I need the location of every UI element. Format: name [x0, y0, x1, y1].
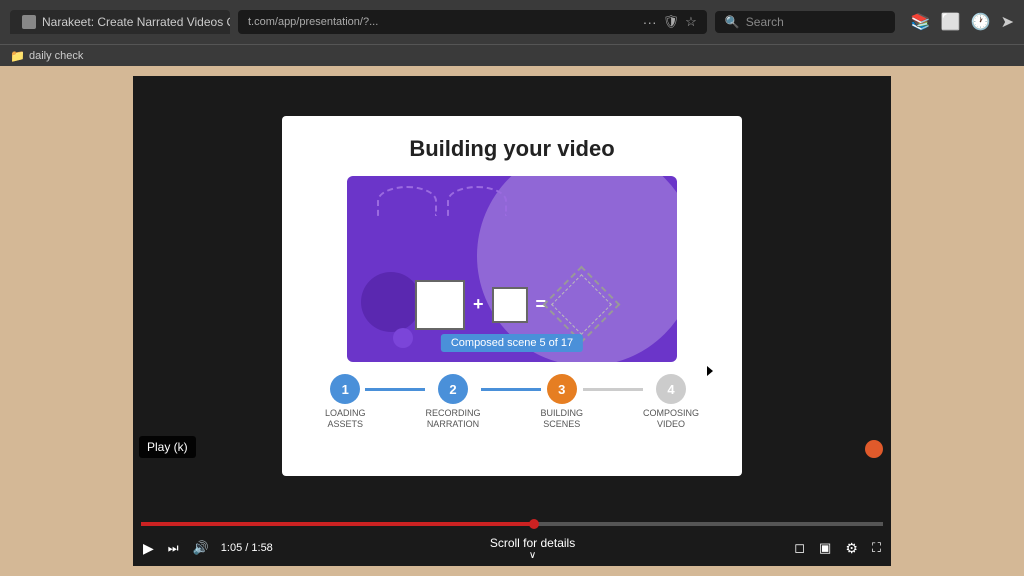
settings-button[interactable]: ⚙ — [843, 538, 860, 559]
url-dots: ··· — [643, 14, 657, 30]
current-time: 1:05 — [221, 542, 242, 554]
search-icon: 🔍 — [725, 15, 740, 29]
step-circle-1: 1 — [330, 374, 360, 404]
step-label-3: BUILDINGSCENES — [541, 408, 584, 430]
step-label-4: COMPOSINGVIDEO — [643, 408, 699, 430]
eq-diamond-inner — [551, 274, 612, 335]
slide-graphic: + = Composed scene 5 of 17 — [347, 176, 677, 362]
progress-label: Composed scene 5 of 17 — [441, 334, 583, 352]
url-text: t.com/app/presentation/?... — [248, 16, 637, 28]
dashed-arc-right — [447, 186, 507, 216]
slide-title: Building your video — [409, 136, 614, 162]
step-label-1: LOADINGASSETS — [325, 408, 366, 430]
step-label-2: RECORDINGNARRATION — [425, 408, 480, 430]
pocket-icon[interactable]: 🛡 — [663, 14, 680, 30]
search-box[interactable]: 🔍 Search — [715, 11, 895, 33]
share-icon[interactable]: ➤ — [1001, 12, 1014, 32]
eq-box-1 — [415, 280, 465, 330]
content-area: Building your video + = — [0, 66, 1024, 576]
eq-diamond — [543, 266, 621, 344]
history-icon[interactable]: 🕐 — [971, 12, 991, 32]
total-time: 1:58 — [251, 542, 272, 554]
connector-1-2 — [365, 388, 425, 391]
fullscreen-button[interactable]: ⛶ — [870, 538, 883, 558]
scroll-chevron-icon: ∨ — [283, 550, 782, 561]
right-controls: ◻ ▣ ⚙ ⛶ — [792, 538, 883, 559]
step-4: 4 COMPOSINGVIDEO — [643, 374, 699, 430]
progress-thumb[interactable] — [529, 519, 539, 529]
progress-bar[interactable] — [141, 522, 883, 526]
volume-button[interactable]: 🔊 — [191, 538, 211, 558]
step-circle-4: 4 — [656, 374, 686, 404]
step-2: 2 RECORDINGNARRATION — [425, 374, 480, 430]
controls-row: ▶ ⏭ 🔊 1:05 / 1:58 Scroll for details ∨ ◻… — [141, 530, 883, 566]
slide-container: Building your video + = — [133, 76, 891, 516]
notification-dot — [865, 440, 883, 458]
library-icon[interactable]: 📚 — [911, 12, 931, 32]
graphic-circle-dark — [361, 272, 421, 332]
windows-icon[interactable]: ⬜ — [941, 12, 961, 32]
progress-fill — [141, 522, 534, 526]
url-bar[interactable]: t.com/app/presentation/?... ··· 🛡 ☆ — [238, 10, 707, 34]
time-display: 1:05 / 1:58 — [221, 542, 273, 554]
connector-2-3 — [481, 388, 541, 391]
scroll-info: Scroll for details ∨ — [283, 536, 782, 561]
theater-mode-button[interactable]: ◻ — [792, 538, 807, 558]
steps-area: 1 LOADINGASSETS 2 RECORDINGNARRATION 3 B… — [325, 374, 699, 430]
browser-icons: 📚 ⬜ 🕐 ➤ — [911, 12, 1014, 32]
slide-card: Building your video + = — [282, 116, 742, 476]
bookmark-star-icon[interactable]: ☆ — [685, 14, 697, 30]
bookmark-daily-check[interactable]: 📁 daily check — [10, 49, 83, 63]
graphic-circle-small — [393, 328, 413, 348]
folder-icon: 📁 — [10, 49, 25, 63]
video-controls: ▶ ⏭ 🔊 1:05 / 1:58 Scroll for details ∨ ◻… — [133, 516, 891, 566]
browser-tab[interactable]: Narakeet: Create Narrated Videos Quickly… — [10, 10, 230, 34]
equation-area: + = — [415, 277, 609, 332]
scroll-text: Scroll for details — [490, 536, 575, 550]
browser-chrome: Narakeet: Create Narrated Videos Quickly… — [0, 0, 1024, 44]
connector-3-4 — [583, 388, 643, 391]
play-button[interactable]: ▶ — [141, 538, 156, 559]
search-placeholder: Search — [746, 15, 784, 29]
step-3: 3 BUILDINGSCENES — [541, 374, 584, 430]
tab-favicon — [22, 15, 36, 29]
step-circle-3: 3 — [547, 374, 577, 404]
video-player: Building your video + = — [133, 76, 891, 566]
skip-button[interactable]: ⏭ — [166, 539, 181, 558]
tab-title: Narakeet: Create Narrated Videos Quickly… — [42, 15, 230, 29]
bookmarks-bar: 📁 daily check — [0, 44, 1024, 66]
eq-box-2 — [492, 287, 528, 323]
step-circle-2: 2 — [438, 374, 468, 404]
bookmark-label: daily check — [29, 50, 83, 62]
play-tooltip: Play (k) — [139, 436, 196, 458]
step-1: 1 LOADINGASSETS — [325, 374, 366, 430]
captions-button[interactable]: ▣ — [817, 538, 833, 558]
dashed-arc-left — [377, 186, 437, 216]
eq-plus: + — [473, 294, 484, 315]
